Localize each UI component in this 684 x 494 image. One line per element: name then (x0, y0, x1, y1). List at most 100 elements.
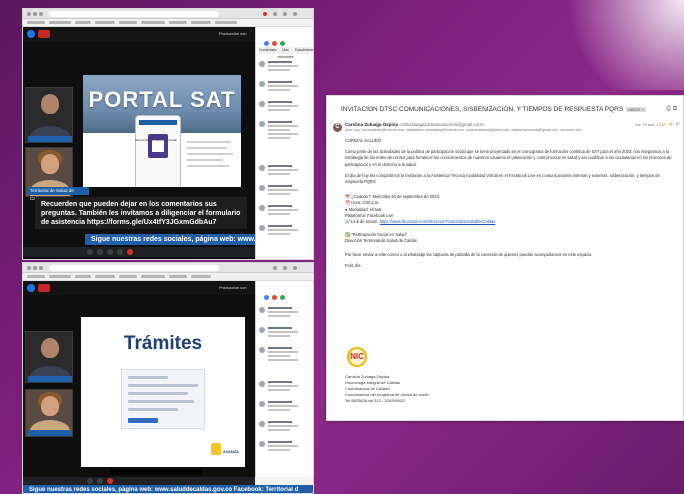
email-date: mar, 19 sept, 17:12 (635, 123, 665, 127)
extension-icon[interactable] (273, 266, 277, 270)
list-item (259, 165, 312, 181)
mic-icon[interactable] (87, 249, 93, 255)
list-item (259, 401, 312, 417)
avatar: C (333, 123, 342, 132)
back-icon[interactable] (27, 12, 31, 16)
extension-icon[interactable] (273, 12, 277, 16)
closing: Feliz día (345, 262, 361, 268)
profile-icon[interactable] (283, 12, 287, 16)
list-item (259, 225, 312, 241)
tramites-title: Trámites (123, 333, 203, 354)
paragraph-invitation: El día de hoy les compartimos la invitac… (345, 172, 660, 185)
social-banner: Sigue nuestras redes sociales, página we… (23, 485, 313, 493)
speaker-camera-1 (25, 87, 73, 143)
live-badge (38, 30, 50, 38)
facebook-icon (27, 284, 35, 292)
phone-mockup (135, 115, 181, 187)
reload-icon[interactable] (39, 12, 43, 16)
session-link-label: 🔗 Link de sesión: (345, 219, 379, 225)
list-item (259, 205, 312, 221)
forward-icon[interactable] (33, 12, 37, 16)
reactions-icon[interactable] (117, 249, 123, 255)
stream-header: Producción con (23, 27, 255, 41)
list-item (259, 81, 312, 97)
email-body: CORDIAL SALUDO. Como parte de las activi… (345, 138, 677, 274)
screen-share-notice (111, 469, 201, 475)
live-badge (38, 284, 50, 292)
comments-tabs: Comentarios Más relevantes Estadísticas (259, 47, 313, 59)
menu-icon[interactable] (293, 266, 297, 270)
email-recipients[interactable]: para: lucy_henaocaldas@hotmail.com, cali… (345, 128, 645, 132)
list-item (259, 421, 312, 437)
leave-call-icon[interactable] (127, 249, 133, 255)
stream-caption: Recuerden que pueden dejar en los coment… (35, 197, 247, 229)
email-header-icons: ⎙ ⧉ (666, 106, 677, 113)
list-item (259, 101, 312, 117)
live-stream-area: Producción con Trámites AVANZA Sigue nue… (23, 281, 313, 493)
production-label: Producción con (219, 285, 247, 290)
browser-toolbar (23, 9, 313, 19)
list-item (259, 185, 312, 201)
speaker-name-tag: Territorial de Salud de Caldas (27, 187, 89, 201)
sender-name: Carolina Zuluaga Ospina (345, 122, 399, 127)
camera-icon[interactable] (97, 478, 103, 484)
procedure-submit-button[interactable] (128, 418, 158, 423)
list-item (259, 61, 312, 77)
comments-panel: Comentarios Más relevantes Estadísticas (255, 27, 313, 259)
mic-icon[interactable] (87, 478, 93, 484)
slide-nav-text: Bienvenidos a nuestro principal (135, 138, 177, 142)
list-item (259, 441, 312, 457)
record-icon[interactable] (263, 12, 267, 16)
inbox-label[interactable]: INBOX × (626, 106, 647, 112)
speaker-camera-1 (25, 331, 73, 383)
portal-sat-title: PORTAL SAT (88, 87, 236, 112)
forward-icon[interactable] (33, 266, 37, 270)
procedure-form-card (121, 369, 205, 429)
leave-call-icon[interactable] (107, 478, 113, 484)
tab-comentarios[interactable]: Comentarios (259, 47, 279, 54)
list-item (259, 347, 312, 377)
tab-mas-relevantes[interactable]: Más relevantes (277, 47, 294, 59)
bookmarks-bar (23, 273, 313, 281)
avanza-label: AVANZA (223, 449, 240, 454)
address-bar[interactable] (49, 11, 219, 17)
email-signature: Carolina Zuluaga Ospina. Hoomóloga Integ… (345, 374, 430, 404)
comments-panel (255, 281, 313, 477)
presentation-slide: Trámites AVANZA (81, 317, 245, 467)
reply-icon[interactable]: ↶ (676, 122, 680, 128)
top-screenshot: Producción con Territorial de Salud de C… (22, 8, 314, 260)
facebook-icon (27, 30, 35, 38)
list-item (259, 327, 312, 343)
address-bar[interactable] (49, 265, 219, 271)
email-screenshot: INVITACION DTSC COMUNICACIONES, SISBENIZ… (326, 95, 684, 421)
decorative-glow (544, 0, 684, 90)
star-icon[interactable]: ★ (669, 122, 673, 128)
stream-header: Producción con (23, 281, 255, 295)
email-subject-text: INVITACION DTSC COMUNICACIONES, SISBENIZ… (341, 106, 624, 113)
speaker-camera-2 (25, 389, 73, 437)
camera-icon[interactable] (97, 249, 103, 255)
back-icon[interactable] (27, 266, 31, 270)
sender-address: <ofisuzluagacomunicaciones@gmail.com> (399, 122, 485, 127)
paragraph-intro: Como parte de las actividades de la polí… (345, 149, 672, 167)
email-subject: INVITACION DTSC COMUNICACIONES, SISBENIZ… (341, 106, 647, 113)
open-new-window-icon[interactable]: ⧉ (673, 106, 677, 112)
reload-icon[interactable] (39, 266, 43, 270)
list-item (259, 121, 312, 161)
share-screen-icon[interactable] (107, 249, 113, 255)
meeting-controls (23, 477, 255, 485)
nic-logo-text: NIC (350, 352, 364, 361)
list-item (259, 381, 312, 397)
email-sender: Carolina Zuluaga Ospina <ofisuzluagacomu… (345, 122, 485, 127)
profile-icon[interactable] (283, 266, 287, 270)
print-icon[interactable]: ⎙ (666, 106, 671, 112)
list-item (259, 307, 312, 323)
menu-icon[interactable] (293, 12, 297, 16)
meeting-controls (23, 247, 255, 257)
government-logo (211, 443, 221, 455)
tab-estadisticas[interactable]: Estadísticas (295, 47, 313, 54)
session-link[interactable]: https://www.facebook.com/DireccionTerrit… (380, 219, 496, 224)
live-stream-area: Producción con Territorial de Salud de C… (23, 27, 255, 259)
bottom-screenshot: Producción con Trámites AVANZA Sigue nue… (22, 262, 314, 494)
nic-logo: NIC (345, 347, 369, 369)
